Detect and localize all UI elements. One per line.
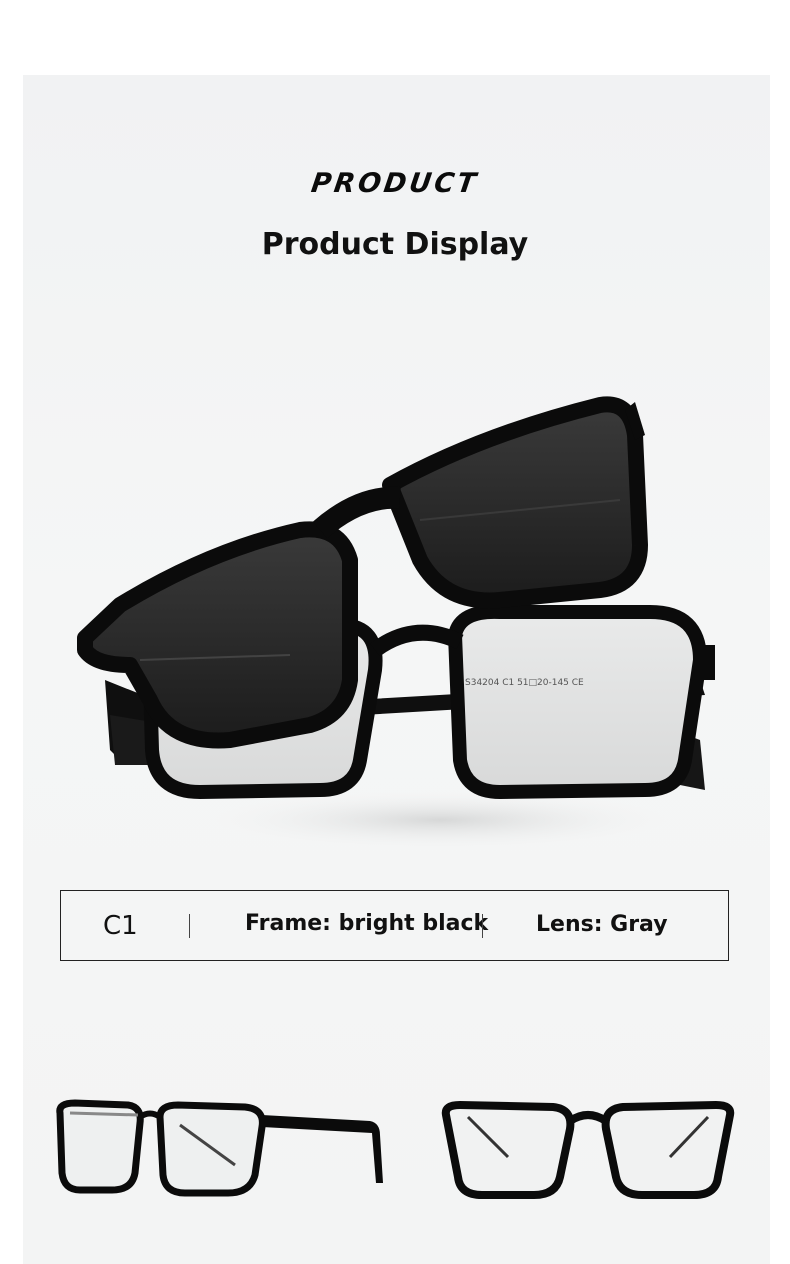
divider bbox=[189, 914, 190, 938]
eyeglasses-front-view-image bbox=[441, 1100, 735, 1199]
hero-eyeglasses-image: S34204 C1 51□20-145 CE bbox=[77, 396, 715, 850]
frame-spec: Frame: bright black bbox=[245, 911, 489, 936]
divider bbox=[482, 914, 483, 938]
eyeglasses-side-view-image bbox=[56, 1099, 383, 1197]
section-subheadline: Product Display bbox=[261, 227, 529, 262]
lens-spec: Lens: Gray bbox=[536, 912, 668, 937]
temple-print: S34204 C1 51□20-145 CE bbox=[465, 678, 584, 688]
spec-box: C1 Frame: bright black Lens: Gray bbox=[60, 890, 729, 961]
section-headline: PRODUCT bbox=[309, 168, 481, 199]
color-code: C1 bbox=[103, 911, 138, 941]
